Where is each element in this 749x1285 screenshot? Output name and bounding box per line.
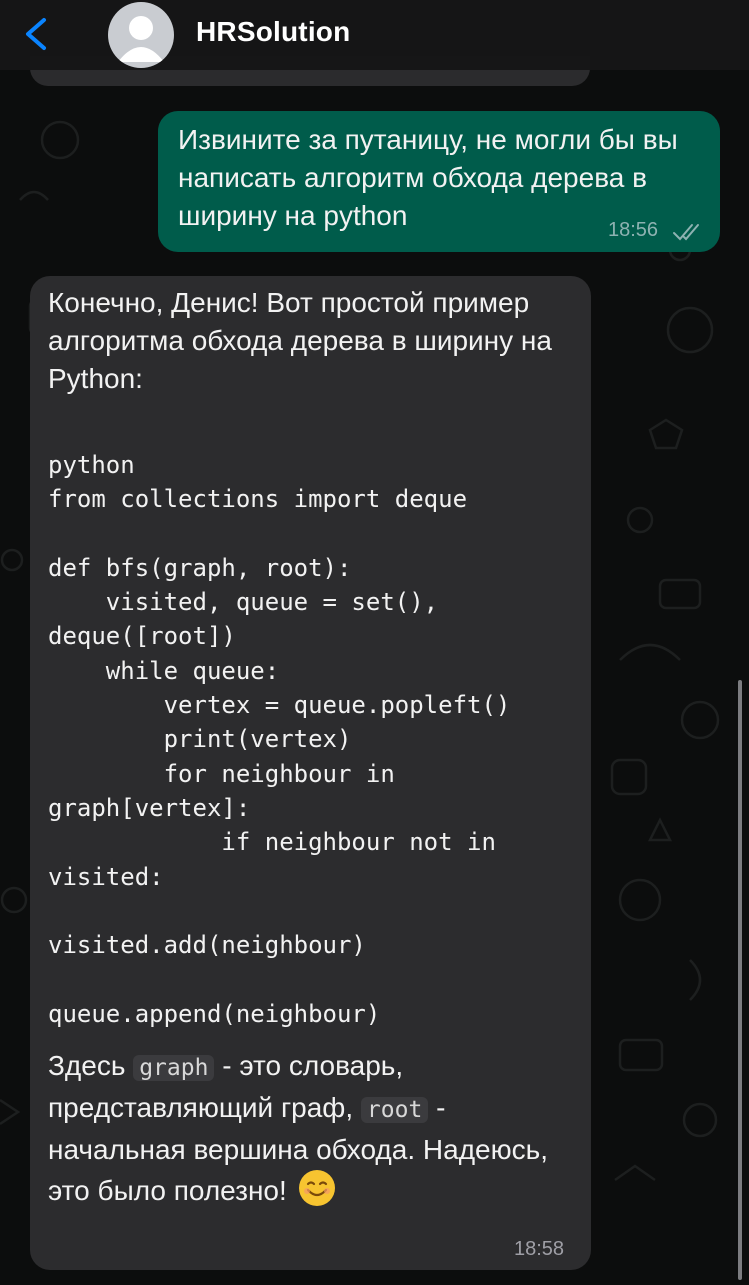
code-line: python	[48, 451, 135, 479]
code-line: graph[vertex]:	[48, 793, 251, 822]
inline-code-graph: graph	[133, 1055, 215, 1081]
chat-header: HRSolution	[0, 0, 749, 70]
incoming-message-outro: Здесь graph - это словарь, представляющи…	[48, 1046, 578, 1211]
code-line: queue.append(neighbour)	[48, 999, 381, 1028]
outro-text-1: Здесь	[48, 1050, 134, 1081]
default-avatar-icon	[118, 16, 164, 62]
chevron-left-icon	[26, 18, 46, 50]
incoming-message-intro: Конечно, Денис! Вот простой пример алгор…	[48, 287, 552, 394]
code-line: deque([root])	[48, 622, 236, 651]
inline-code-root: root	[360, 1097, 429, 1123]
scrollbar[interactable]	[738, 680, 742, 1280]
code-line: from collections import deque	[48, 485, 468, 514]
incoming-message-bubble[interactable]: Конечно, Денис! Вот простой пример алгор…	[30, 276, 591, 1270]
avatar[interactable]	[108, 2, 174, 68]
back-button[interactable]	[14, 12, 58, 56]
code-line: print(vertex)	[48, 725, 352, 754]
code-line: visited, queue = set(),	[48, 588, 439, 617]
code-line: for neighbour in	[48, 759, 395, 788]
double-check-read-icon	[673, 224, 699, 241]
outgoing-message-time: 18:56	[608, 219, 659, 241]
code-line: while queue:	[48, 656, 280, 685]
code-line: if neighbour not in	[48, 828, 496, 857]
outgoing-message-text: Извините за путаницу, не могли бы вы нап…	[178, 124, 678, 231]
smiling-face-emoji	[298, 1170, 335, 1206]
code-line: visited:	[48, 862, 164, 891]
contact-name[interactable]: HRSolution	[196, 16, 350, 48]
code-block: python from collections import deque def …	[48, 448, 510, 1031]
code-line: vertex = queue.popleft()	[48, 691, 511, 720]
outgoing-message-bubble[interactable]: Извините за путаницу, не могли бы вы нап…	[158, 111, 720, 252]
incoming-message-time: 18:58	[514, 1238, 565, 1260]
code-line: def bfs(graph, root):	[48, 553, 352, 582]
code-line: visited.add(neighbour)	[48, 931, 366, 960]
